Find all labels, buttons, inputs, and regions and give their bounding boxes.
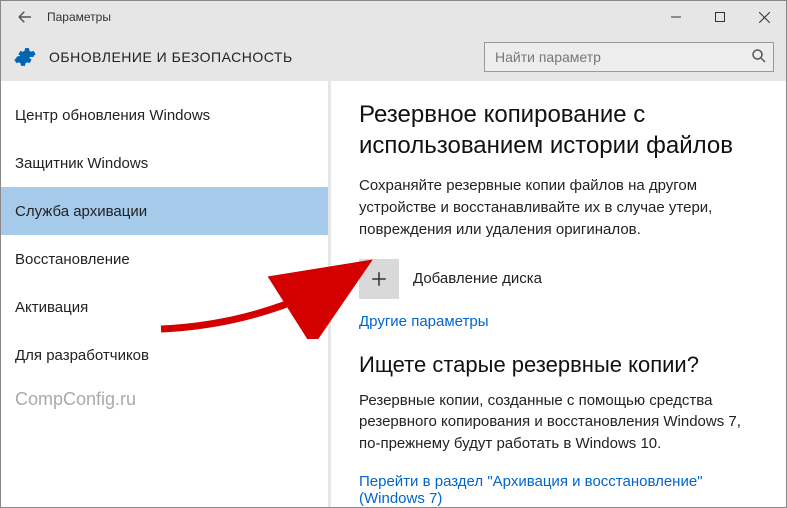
secondary-description: Резервные копии, созданные с помощью сре… xyxy=(359,390,764,455)
sidebar-item-developers[interactable]: Для разработчиков xyxy=(1,331,328,379)
window-controls xyxy=(654,1,786,33)
secondary-heading: Ищете старые резервные копии? xyxy=(359,352,764,378)
search-wrap xyxy=(484,42,774,72)
search-icon[interactable] xyxy=(750,47,768,70)
page-heading: Резервное копирование с использованием и… xyxy=(359,99,764,161)
minimize-icon xyxy=(671,12,681,22)
sidebar-item-label: Восстановление xyxy=(15,251,130,268)
sidebar-item-windows-update[interactable]: Центр обновления Windows xyxy=(1,91,328,139)
sidebar-item-defender[interactable]: Защитник Windows xyxy=(1,139,328,187)
settings-gear-icon xyxy=(13,45,37,69)
sidebar: Центр обновления Windows Защитник Window… xyxy=(1,81,331,507)
plus-icon xyxy=(370,270,388,288)
win7-backup-link[interactable]: Перейти в раздел "Архивация и восстановл… xyxy=(359,473,764,507)
add-drive-button[interactable] xyxy=(359,259,399,299)
section-title: ОБНОВЛЕНИЕ И БЕЗОПАСНОСТЬ xyxy=(49,49,293,65)
main-content: Резервное копирование с использованием и… xyxy=(331,81,786,507)
arrow-left-icon xyxy=(16,8,34,26)
search-input[interactable] xyxy=(484,42,774,72)
body: Центр обновления Windows Защитник Window… xyxy=(1,81,786,507)
header-row: ОБНОВЛЕНИЕ И БЕЗОПАСНОСТЬ xyxy=(1,33,786,81)
add-drive-row: Добавление диска xyxy=(359,259,764,299)
sidebar-item-label: Защитник Windows xyxy=(15,155,148,172)
titlebar: Параметры xyxy=(1,1,786,33)
close-button[interactable] xyxy=(742,1,786,33)
watermark: CompConfig.ru xyxy=(1,389,328,410)
sidebar-item-label: Центр обновления Windows xyxy=(15,107,210,124)
back-button[interactable] xyxy=(9,1,41,33)
window-title: Параметры xyxy=(47,10,111,24)
maximize-button[interactable] xyxy=(698,1,742,33)
close-icon xyxy=(759,12,770,23)
minimize-button[interactable] xyxy=(654,1,698,33)
maximize-icon xyxy=(715,12,725,22)
page-description: Сохраняйте резервные копии файлов на дру… xyxy=(359,175,764,240)
more-options-link[interactable]: Другие параметры xyxy=(359,313,764,330)
sidebar-item-label: Для разработчиков xyxy=(15,347,149,364)
sidebar-item-activation[interactable]: Активация xyxy=(1,283,328,331)
sidebar-item-backup[interactable]: Служба архивации xyxy=(1,187,328,235)
sidebar-item-label: Служба архивации xyxy=(15,203,147,220)
sidebar-item-recovery[interactable]: Восстановление xyxy=(1,235,328,283)
sidebar-item-label: Активация xyxy=(15,299,88,316)
add-drive-label: Добавление диска xyxy=(413,270,542,287)
